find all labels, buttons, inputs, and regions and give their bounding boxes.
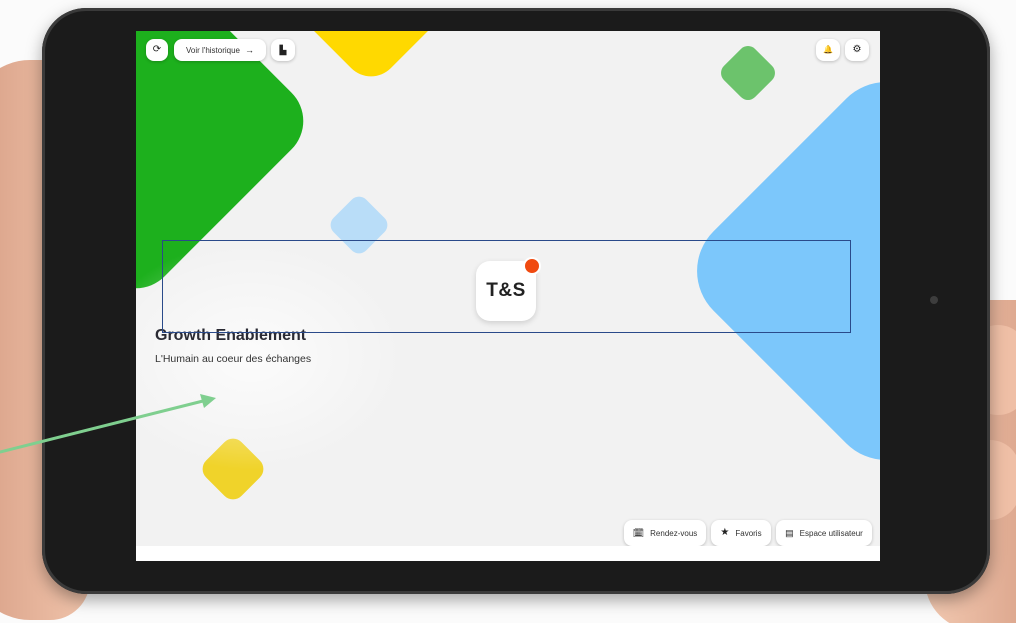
arrow-line bbox=[0, 398, 209, 454]
annotation-arrow bbox=[0, 394, 216, 454]
photo-scene: ⟳ Voir l'historique → ▙ 🔔 ⚙ T&S Growth E… bbox=[0, 0, 1016, 623]
arrow-head-icon bbox=[200, 394, 216, 408]
